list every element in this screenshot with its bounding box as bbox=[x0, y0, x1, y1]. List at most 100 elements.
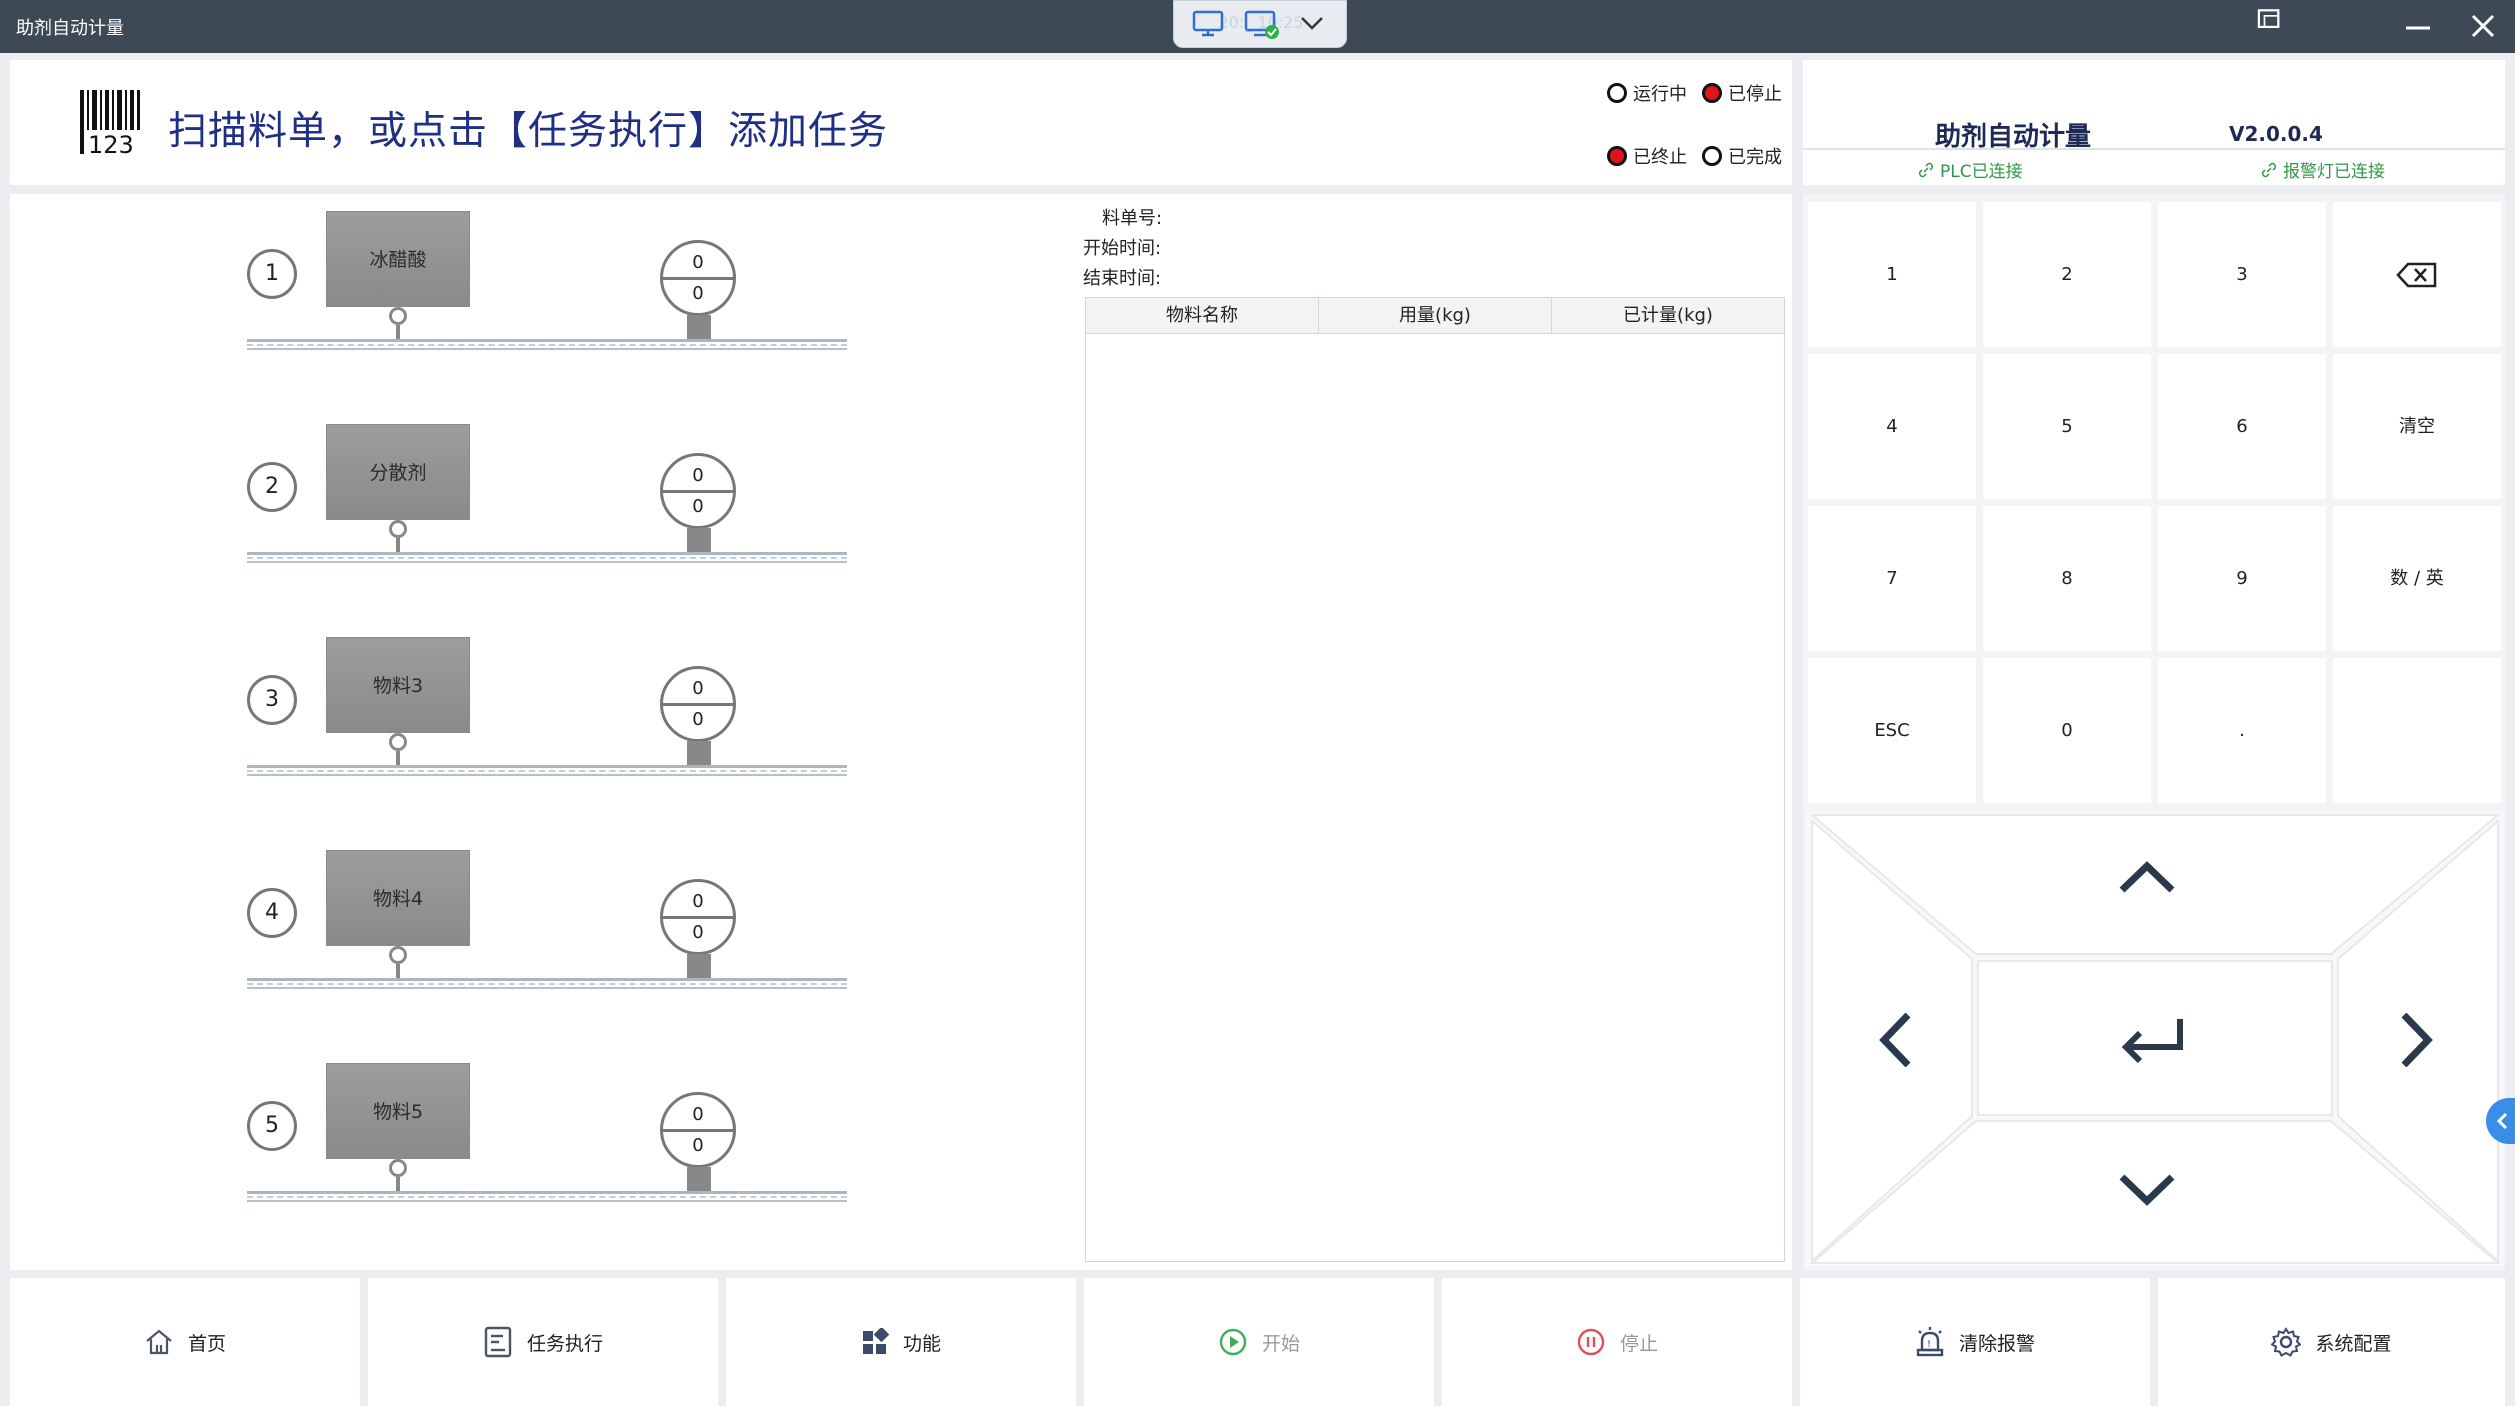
scale-gauge: 0 0 bbox=[660, 666, 736, 742]
key-2[interactable]: 2 bbox=[1983, 202, 2151, 347]
monitor-2-icon[interactable] bbox=[1244, 9, 1280, 41]
valve-stem bbox=[396, 538, 400, 552]
keypad-panel: 1 2 3 4 5 6 清空 7 8 9 数 / 英 ESC 0. bbox=[1803, 194, 2505, 1270]
gauge-bottom-value: 0 bbox=[692, 1135, 704, 1156]
material-table[interactable]: 物料名称 用量(kg) 已计量(kg) bbox=[1085, 297, 1785, 1262]
key-5[interactable]: 5 bbox=[1983, 354, 2151, 499]
key-9[interactable]: 9 bbox=[2158, 506, 2326, 651]
material-tank[interactable]: 物料4 bbox=[326, 850, 470, 946]
toolbar-button-label: 开始 bbox=[1261, 1332, 1300, 1355]
clear-alarm-button[interactable]: ! 清除报警 bbox=[1800, 1278, 2150, 1406]
scales-panel: 1 冰醋酸 0 0 2 分散剂 0 0 3 物料3 0 0 4 物料4 0 0 … bbox=[10, 194, 1792, 1270]
scale-base bbox=[687, 954, 711, 978]
scale-gauge: 0 0 bbox=[660, 1092, 736, 1168]
backspace-key[interactable] bbox=[2333, 202, 2501, 347]
gauge-top-value: 0 bbox=[692, 678, 704, 699]
barcode-text: 123 bbox=[88, 131, 134, 156]
header-message: 扫描料单，或点击【任务执行】添加任务 bbox=[168, 109, 889, 154]
key-4[interactable]: 4 bbox=[1808, 354, 1976, 499]
status-dot bbox=[1607, 83, 1627, 103]
start-button[interactable]: 开始 bbox=[1084, 1278, 1434, 1406]
nav-down-button[interactable] bbox=[2116, 1171, 2178, 1215]
side-panel-toggle[interactable] bbox=[2486, 1098, 2515, 1144]
app-title: 助剂自动计量 bbox=[16, 18, 124, 39]
restore-window-icon[interactable] bbox=[2252, 2, 2280, 29]
table-header: 物料名称 用量(kg) 已计量(kg) bbox=[1086, 298, 1784, 334]
enter-button[interactable] bbox=[2118, 1013, 2188, 1067]
scale-base bbox=[687, 528, 711, 552]
backspace-icon bbox=[2396, 262, 2437, 288]
scale-base bbox=[687, 741, 711, 765]
gauge-divider bbox=[663, 1129, 733, 1132]
material-tank[interactable]: 分散剂 bbox=[326, 424, 470, 520]
key-6[interactable]: 6 bbox=[2158, 354, 2326, 499]
conveyor-track bbox=[247, 552, 847, 563]
conveyor-track bbox=[247, 978, 847, 989]
valve-icon bbox=[389, 520, 407, 538]
monitor-1-icon[interactable] bbox=[1192, 9, 1224, 39]
enter-icon bbox=[2121, 1019, 2183, 1064]
alarm-light-status-label: 报警灯已连接 bbox=[2283, 162, 2385, 182]
order-number-label: 料单号: bbox=[1102, 208, 1163, 229]
key-1[interactable]: 1 bbox=[1808, 202, 1976, 347]
clear-key[interactable]: 清空 bbox=[2333, 354, 2501, 499]
key-3[interactable]: 3 bbox=[2158, 202, 2326, 347]
column-header-measured[interactable]: 已计量(kg) bbox=[1552, 298, 1784, 333]
station-number: 3 bbox=[247, 675, 297, 725]
material-tank[interactable]: 物料3 bbox=[326, 637, 470, 733]
nav-right-button[interactable] bbox=[2398, 1009, 2438, 1075]
status-label: 运行中 bbox=[1633, 84, 1687, 105]
gear-icon bbox=[2271, 1327, 2315, 1357]
blank-key[interactable] bbox=[2333, 658, 2501, 803]
scale-base bbox=[687, 1167, 711, 1191]
play-icon bbox=[1218, 1327, 1262, 1357]
home-icon bbox=[144, 1327, 188, 1357]
barcode-icon: 123 bbox=[80, 90, 142, 160]
minimize-icon[interactable] bbox=[2400, 8, 2436, 44]
input-mode-key[interactable]: 数 / 英 bbox=[2333, 506, 2501, 651]
remote-desktop-bar[interactable]: 20:_ 10:25 bbox=[1173, 0, 1347, 48]
function-button[interactable]: 功能 bbox=[726, 1278, 1076, 1406]
link-icon bbox=[1918, 162, 1934, 177]
chevron-left-icon bbox=[2496, 1112, 2508, 1130]
alarm-light-status: 报警灯已连接 bbox=[2261, 157, 2385, 182]
home-button[interactable]: 首页 bbox=[10, 1278, 360, 1406]
gauge-top-value: 0 bbox=[692, 465, 704, 486]
scale-gauge: 0 0 bbox=[660, 453, 736, 529]
toolbar-button-label: 停止 bbox=[1619, 1332, 1658, 1355]
esc-key[interactable]: ESC bbox=[1808, 658, 1976, 803]
chevron-down-icon bbox=[2119, 1174, 2175, 1206]
stop-button[interactable]: 停止 bbox=[1442, 1278, 1792, 1406]
toolbar-button-label: 功能 bbox=[902, 1332, 941, 1355]
station-number: 4 bbox=[247, 888, 297, 938]
column-header-dosage[interactable]: 用量(kg) bbox=[1319, 298, 1552, 333]
status-dot bbox=[1702, 146, 1722, 166]
scale-gauge: 0 0 bbox=[660, 879, 736, 955]
start-time-label: 开始时间: bbox=[1083, 238, 1162, 259]
key-8[interactable]: 8 bbox=[1983, 506, 2151, 651]
system-config-button[interactable]: 系统配置 bbox=[2158, 1278, 2505, 1406]
task-execute-button[interactable]: 任务执行 bbox=[368, 1278, 718, 1406]
gauge-divider bbox=[663, 490, 733, 493]
material-tank[interactable]: 物料5 bbox=[326, 1063, 470, 1159]
chevron-down-icon[interactable] bbox=[1298, 13, 1326, 33]
toolbar-button-label: 清除报警 bbox=[1958, 1332, 2035, 1355]
decimal-key[interactable]: . bbox=[2158, 658, 2326, 803]
key-7[interactable]: 7 bbox=[1808, 506, 1976, 651]
gauge-divider bbox=[663, 703, 733, 706]
version-label: V2.0.0.4 bbox=[2229, 122, 2323, 146]
valve-icon bbox=[389, 1159, 407, 1177]
chevron-right-icon bbox=[2401, 1012, 2433, 1068]
nav-left-button[interactable] bbox=[1874, 1009, 1914, 1075]
nav-up-button[interactable] bbox=[2116, 856, 2178, 900]
valve-icon bbox=[389, 733, 407, 751]
status-running: 运行中 bbox=[1607, 80, 1687, 106]
station-number: 2 bbox=[247, 462, 297, 512]
link-icon bbox=[2261, 162, 2277, 177]
station-number: 5 bbox=[247, 1101, 297, 1151]
key-0[interactable]: 0 bbox=[1983, 658, 2151, 803]
column-header-material-name[interactable]: 物料名称 bbox=[1086, 298, 1319, 333]
close-icon[interactable] bbox=[2465, 8, 2501, 44]
task-icon bbox=[483, 1325, 527, 1359]
chevron-up-icon bbox=[2119, 861, 2175, 893]
